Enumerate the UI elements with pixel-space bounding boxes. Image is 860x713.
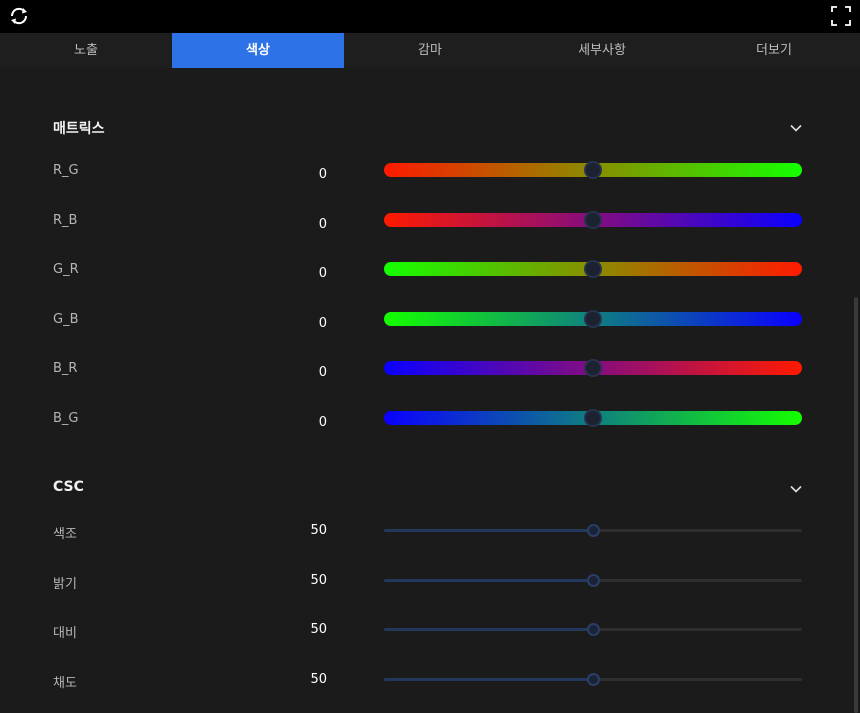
matrix-section-title: 매트릭스 [53,121,105,137]
vertical-scrollbar[interactable] [854,297,858,713]
matrix-row-value: 0 [318,365,327,380]
matrix-row-label: R_G [53,163,79,178]
color-gradient-slider[interactable] [384,211,802,229]
slider-thumb[interactable] [584,409,602,427]
csc-section-header[interactable]: CSC [53,479,803,499]
tab-details[interactable]: 세부사항 [516,33,688,68]
chevron-down-icon[interactable] [789,482,803,496]
csc-slider[interactable] [384,673,802,686]
tab-more[interactable]: 더보기 [688,33,860,68]
matrix-row-g-b: G_B 0 [53,310,803,340]
fullscreen-icon[interactable] [831,6,851,26]
csc-slider[interactable] [384,574,802,587]
matrix-row-value: 0 [318,316,327,331]
csc-slider[interactable] [384,524,802,537]
csc-row-label: 대비 [53,626,77,641]
matrix-row-r-b: R_B 0 [53,211,803,241]
matrix-row-b-g: B_G 0 [53,409,803,439]
slider-thumb[interactable] [584,359,602,377]
slider-fill [384,678,593,681]
matrix-row-g-r: G_R 0 [53,260,803,290]
matrix-row-value: 0 [318,415,327,430]
chevron-down-icon[interactable] [789,121,803,135]
slider-thumb[interactable] [584,211,602,229]
slider-thumb[interactable] [587,623,600,636]
color-gradient-slider[interactable] [384,260,802,278]
color-gradient-slider[interactable] [384,161,802,179]
csc-row-contrast: 대비 50 [53,622,803,650]
csc-row-hue: 색조 50 [53,523,803,551]
csc-row-brightness: 밝기 50 [53,573,803,601]
color-gradient-slider[interactable] [384,310,802,328]
matrix-row-label: G_B [53,312,79,327]
tab-exposure[interactable]: 노출 [0,33,172,68]
color-gradient-slider[interactable] [384,359,802,377]
refresh-icon[interactable] [8,5,30,27]
slider-thumb[interactable] [584,260,602,278]
top-toolbar [0,0,860,33]
matrix-section-header[interactable]: 매트릭스 [53,118,803,138]
slider-fill [384,628,593,631]
tab-bar: 노출 색상 감마 세부사항 더보기 [0,33,860,68]
matrix-row-value: 0 [318,266,327,281]
color-gradient-slider[interactable] [384,409,802,427]
csc-section-title: CSC [53,479,84,495]
slider-thumb[interactable] [584,161,602,179]
slider-thumb[interactable] [587,574,600,587]
slider-thumb[interactable] [584,310,602,328]
csc-row-saturation: 채도 50 [53,672,803,700]
matrix-row-r-g: R_G 0 [53,161,803,191]
csc-row-label: 밝기 [53,577,77,592]
tab-color[interactable]: 색상 [172,33,344,68]
matrix-row-label: B_G [53,411,79,426]
csc-row-value: 50 [310,573,327,588]
tab-gamma[interactable]: 감마 [344,33,516,68]
csc-row-value: 50 [310,622,327,637]
slider-thumb[interactable] [587,673,600,686]
matrix-row-label: B_R [53,361,78,376]
csc-row-label: 색조 [53,527,77,542]
csc-slider[interactable] [384,623,802,636]
matrix-row-label: R_B [53,213,78,228]
matrix-row-value: 0 [318,217,327,232]
csc-row-label: 채도 [53,676,77,691]
matrix-row-b-r: B_R 0 [53,359,803,389]
matrix-row-value: 0 [318,167,327,182]
csc-row-value: 50 [310,672,327,687]
slider-thumb[interactable] [587,524,600,537]
slider-fill [384,529,593,532]
slider-fill [384,579,593,582]
csc-row-value: 50 [310,523,327,538]
matrix-row-label: G_R [53,262,79,277]
